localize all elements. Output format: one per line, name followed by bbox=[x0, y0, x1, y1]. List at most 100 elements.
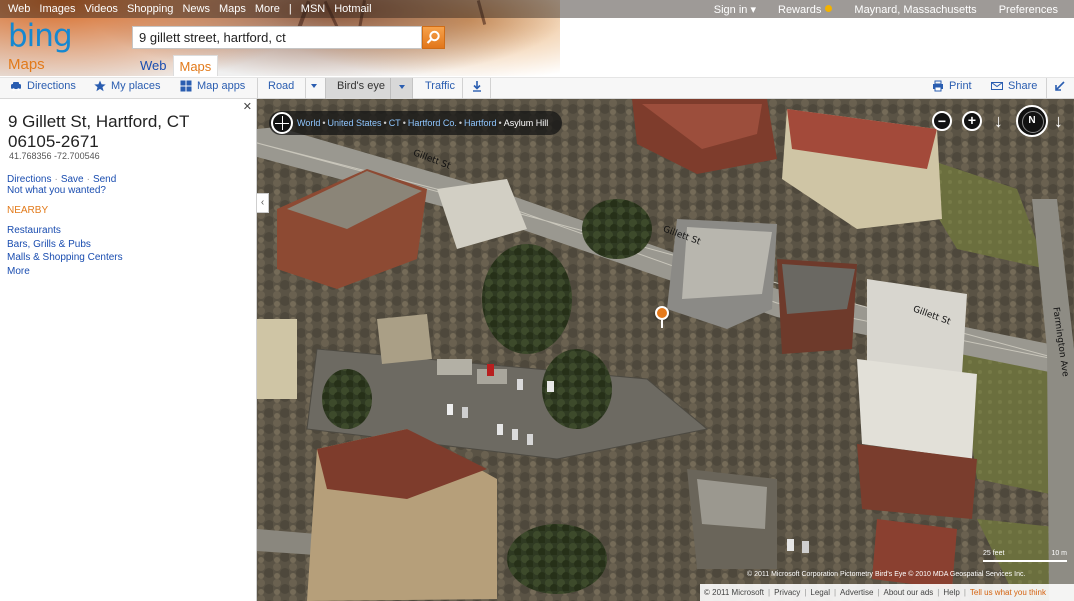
nearby-heading: NEARBY bbox=[7, 205, 49, 216]
map-toolbar: Directions My places Map apps Road Bird'… bbox=[0, 77, 1074, 100]
road-view-button[interactable]: Road bbox=[268, 80, 294, 92]
result-actions: Directions · Save · Send bbox=[7, 174, 116, 185]
footer-privacy-link[interactable]: Privacy bbox=[774, 588, 800, 597]
directions-button[interactable]: Directions bbox=[10, 80, 76, 92]
nearby-bars-link[interactable]: Bars, Grills & Pubs bbox=[7, 238, 123, 252]
breadcrumb-county[interactable]: Hartford Co. bbox=[408, 118, 457, 128]
birds-eye-view-button[interactable]: Bird's eye bbox=[325, 78, 413, 100]
footer-separator: | bbox=[768, 588, 771, 597]
nav-more[interactable]: More bbox=[255, 3, 280, 15]
toolbar-divider bbox=[490, 78, 491, 100]
nav-videos[interactable]: Videos bbox=[85, 3, 118, 15]
vertical-tabs: Web Maps bbox=[134, 55, 219, 76]
close-icon[interactable]: ✕ bbox=[243, 100, 252, 113]
chevron-down-icon bbox=[311, 84, 317, 88]
toolbar-divider bbox=[462, 78, 463, 100]
separator-dot: · bbox=[86, 174, 90, 185]
birds-eye-button-content: Bird's eye bbox=[337, 80, 385, 92]
share-button[interactable]: Share bbox=[991, 80, 1037, 92]
save-link[interactable]: Save bbox=[61, 174, 84, 185]
chevron-down-icon bbox=[399, 85, 405, 89]
envelope-icon bbox=[991, 82, 1003, 90]
nav-images[interactable]: Images bbox=[39, 3, 75, 15]
birds-eye-dropdown-button[interactable] bbox=[399, 85, 405, 89]
search-icon bbox=[426, 30, 440, 44]
nav-maps[interactable]: Maps bbox=[219, 3, 246, 15]
footer-separator: | bbox=[963, 588, 966, 597]
rotate-right-icon[interactable]: ↓ bbox=[1054, 111, 1063, 132]
footer-help-link[interactable]: Help bbox=[943, 588, 959, 597]
footer-feedback-link[interactable]: Tell us what you think bbox=[970, 588, 1046, 597]
my-places-button[interactable]: My places bbox=[94, 80, 161, 92]
footer-separator: | bbox=[877, 588, 880, 597]
expand-arrow-icon bbox=[1055, 81, 1065, 91]
breadcrumb-separator: • bbox=[402, 118, 406, 128]
nav-shopping[interactable]: Shopping bbox=[127, 3, 174, 15]
footer-legal-link[interactable]: Legal bbox=[810, 588, 830, 597]
nearby-restaurants-link[interactable]: Restaurants bbox=[7, 224, 123, 238]
footer-advertise-link[interactable]: Advertise bbox=[840, 588, 873, 597]
not-what-you-wanted-link[interactable]: Not what you wanted? bbox=[7, 185, 106, 196]
road-dropdown-button[interactable] bbox=[311, 84, 317, 88]
download-icon bbox=[473, 81, 481, 92]
nearby-malls-link[interactable]: Malls & Shopping Centers bbox=[7, 251, 123, 265]
search-input[interactable]: 9 gillett street, hartford, ct bbox=[132, 26, 422, 49]
result-coordinates: 41.768356 -72.700546 bbox=[9, 151, 100, 161]
nav-separator: | bbox=[288, 3, 292, 15]
nav-web[interactable]: Web bbox=[8, 3, 30, 15]
share-label: Share bbox=[1008, 80, 1038, 92]
breadcrumb-us[interactable]: United States bbox=[328, 118, 382, 128]
traffic-button[interactable]: Traffic bbox=[425, 80, 455, 92]
expand-map-button[interactable] bbox=[1054, 80, 1066, 92]
compass-north-label: N bbox=[1028, 115, 1036, 126]
bing-maps-logo[interactable]: bing Maps bbox=[8, 20, 73, 73]
chevron-left-icon: ‹ bbox=[260, 197, 265, 208]
tab-web[interactable]: Web bbox=[134, 55, 173, 76]
page-footer: © 2011 Microsoft | Privacy | Legal | Advert… bbox=[700, 584, 1074, 601]
maps-logo-text: Maps bbox=[8, 56, 45, 73]
location-breadcrumb: World • United States • CT • Hartford Co. • Hart… bbox=[269, 111, 562, 135]
print-button[interactable]: Print bbox=[932, 80, 972, 92]
rewards-link[interactable]: Rewards bbox=[778, 4, 833, 16]
search-button[interactable] bbox=[422, 26, 445, 49]
footer-about-ads-link[interactable]: About our ads bbox=[883, 588, 933, 597]
nav-news[interactable]: News bbox=[182, 3, 210, 15]
location-link[interactable]: Maynard, Massachusetts bbox=[854, 4, 976, 16]
breadcrumb-city[interactable]: Hartford bbox=[464, 118, 497, 128]
map-apps-button[interactable]: Map apps bbox=[180, 80, 245, 92]
download-button[interactable] bbox=[471, 80, 483, 92]
toolbar-divider bbox=[305, 78, 306, 100]
directions-link[interactable]: Directions bbox=[7, 174, 51, 185]
rotate-left-icon[interactable]: ↓ bbox=[994, 111, 1003, 132]
breadcrumb-world[interactable]: World bbox=[297, 118, 320, 128]
nearby-more-link[interactable]: More bbox=[7, 265, 123, 279]
footer-separator: | bbox=[937, 588, 940, 597]
map-view[interactable]: Gillett St Gillett St Gillett St Farming… bbox=[257, 99, 1074, 601]
footer-copyright: © 2011 Microsoft bbox=[704, 588, 764, 597]
compass-button[interactable]: N bbox=[1016, 105, 1048, 137]
result-address: 9 Gillett St, Hartford, CT 06105-2671 bbox=[8, 112, 190, 151]
road-label: Road bbox=[268, 80, 295, 92]
apps-grid-icon bbox=[180, 80, 192, 92]
send-link[interactable]: Send bbox=[93, 174, 116, 185]
tab-maps[interactable]: Maps bbox=[172, 55, 219, 76]
nearby-list: Restaurants Bars, Grills & Pubs Malls & … bbox=[7, 224, 123, 278]
rewards-icon bbox=[825, 4, 833, 12]
sign-in-link[interactable]: Sign in ▾ bbox=[714, 3, 756, 16]
collapse-panel-button[interactable]: ‹ bbox=[257, 193, 269, 213]
breadcrumb-ct[interactable]: CT bbox=[389, 118, 401, 128]
directions-label: Directions bbox=[27, 80, 76, 92]
breadcrumb-separator: • bbox=[498, 118, 502, 128]
star-icon bbox=[94, 80, 106, 92]
preferences-link[interactable]: Preferences bbox=[999, 4, 1058, 16]
zoom-in-button[interactable]: + bbox=[962, 111, 982, 131]
separator-dot: · bbox=[54, 174, 58, 185]
results-panel: ✕ 9 Gillett St, Hartford, CT 06105-2671 … bbox=[0, 99, 257, 601]
nav-hotmail[interactable]: Hotmail bbox=[334, 3, 371, 15]
nav-msn[interactable]: MSN bbox=[301, 3, 325, 15]
locate-me-icon[interactable] bbox=[271, 112, 293, 134]
location-pin-icon[interactable] bbox=[655, 306, 669, 328]
breadcrumb-separator: • bbox=[322, 118, 326, 128]
zoom-out-button[interactable]: − bbox=[932, 111, 952, 131]
top-navigation: Web Images Videos Shopping News Maps Mor… bbox=[0, 0, 1074, 18]
